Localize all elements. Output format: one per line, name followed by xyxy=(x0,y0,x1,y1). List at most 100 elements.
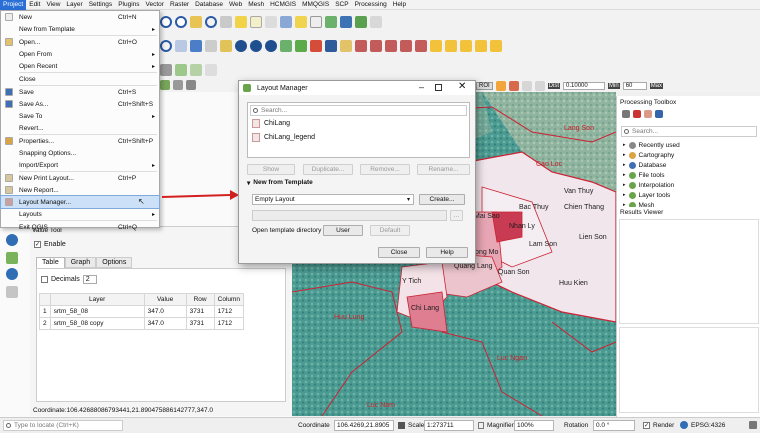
globe-3-icon[interactable] xyxy=(265,40,277,52)
zoom-in-icon[interactable] xyxy=(160,16,172,28)
expand-icon[interactable]: ▸ xyxy=(623,172,626,178)
add-wfs-icon[interactable] xyxy=(6,268,18,280)
pan-icon[interactable] xyxy=(190,16,202,28)
render-checkbox[interactable]: ✓ xyxy=(643,422,650,429)
remove-button[interactable]: Remove... xyxy=(360,164,410,175)
minimize-icon[interactable]: – xyxy=(419,82,424,92)
plus-icon[interactable] xyxy=(495,81,506,91)
processing-tree-item[interactable]: ▸ Interpolation xyxy=(623,180,680,190)
bar-icon[interactable] xyxy=(355,40,367,52)
add-wms-icon[interactable] xyxy=(6,234,18,246)
menu-layer[interactable]: Layer xyxy=(63,0,85,10)
lock-icon[interactable] xyxy=(478,422,484,429)
cut-icon[interactable] xyxy=(186,80,196,90)
magnifier-field[interactable]: 100% xyxy=(514,420,554,431)
undo-icon[interactable] xyxy=(534,81,545,91)
mountain-icon[interactable] xyxy=(295,40,307,52)
folder-icon[interactable] xyxy=(340,40,352,52)
python-icon[interactable] xyxy=(340,16,352,28)
locator-input[interactable]: Type to locate (Ctrl+K) xyxy=(3,420,123,431)
bar-4-icon[interactable] xyxy=(400,40,412,52)
digitize-icon[interactable] xyxy=(160,64,172,76)
edit-icon[interactable] xyxy=(175,64,187,76)
scale-field[interactable]: 1:273711 xyxy=(424,420,474,431)
star-4-icon[interactable] xyxy=(475,40,487,52)
history-icon[interactable] xyxy=(633,110,641,118)
template-select[interactable]: Empty Layout ▾ xyxy=(252,194,414,205)
tab-options[interactable]: Options xyxy=(96,257,133,268)
list-item[interactable]: ChiLang xyxy=(252,119,290,128)
create-button[interactable]: Create... xyxy=(419,194,465,205)
menu-mesh[interactable]: Mesh xyxy=(245,0,267,10)
template-path-input[interactable] xyxy=(252,210,447,221)
menu-item[interactable]: New Report... xyxy=(1,184,159,196)
menu-database[interactable]: Database xyxy=(192,0,226,10)
bar-5-icon[interactable] xyxy=(415,40,427,52)
coordinate-icon[interactable] xyxy=(370,16,382,28)
menu-item[interactable]: Import/Export ▸ xyxy=(1,159,159,171)
delete-icon[interactable] xyxy=(173,80,183,90)
processing-tree-item[interactable]: ▸ Layer tools xyxy=(623,190,680,200)
plugin-icon[interactable] xyxy=(325,16,337,28)
dist-input[interactable]: 0.10000 xyxy=(563,82,606,90)
expand-icon[interactable]: ▸ xyxy=(623,192,626,198)
template-section-header[interactable]: ▾ New from Template xyxy=(247,179,313,187)
maximize-icon[interactable] xyxy=(435,84,442,91)
menu-item[interactable]: Open Recent ▸ xyxy=(1,60,159,72)
menu-item[interactable]: Snapping Options... xyxy=(1,147,159,159)
calculator-icon[interactable] xyxy=(265,16,277,28)
info-icon[interactable] xyxy=(160,40,172,52)
expand-icon[interactable]: ▸ xyxy=(623,152,626,158)
menu-scp[interactable]: SCP xyxy=(332,0,351,10)
redo-icon[interactable] xyxy=(521,81,532,91)
messages-icon[interactable] xyxy=(749,421,757,429)
menu-help[interactable]: Help xyxy=(390,0,409,10)
processing-tree-item[interactable]: ▸ Database xyxy=(623,160,680,170)
show-button[interactable]: Show xyxy=(247,164,295,175)
expand-icon[interactable]: ▸ xyxy=(623,142,626,148)
menu-vector[interactable]: Vector xyxy=(143,0,167,10)
text-annotation-icon[interactable] xyxy=(310,16,322,28)
list-item[interactable]: ChiLang_legend xyxy=(252,133,315,142)
layout-search-input[interactable]: Search... xyxy=(250,105,467,116)
menu-item[interactable]: Properties... Ctrl+Shift+P xyxy=(1,135,159,147)
help-button[interactable]: Help xyxy=(426,247,468,258)
menu-raster[interactable]: Raster xyxy=(167,0,192,10)
menu-item[interactable]: New from Template ▸ xyxy=(1,23,159,35)
add-vector-icon[interactable] xyxy=(6,252,18,264)
bar-3-icon[interactable] xyxy=(385,40,397,52)
rotation-field[interactable]: 0.0 ° xyxy=(593,420,635,431)
close-button[interactable]: Close xyxy=(378,247,420,258)
menu-item[interactable]: Close xyxy=(1,73,159,85)
menu-hcmgis[interactable]: HCMGIS xyxy=(267,0,299,10)
gear-icon[interactable] xyxy=(622,110,630,118)
menu-item[interactable]: Exit QGIS Ctrl+Q xyxy=(1,221,159,233)
processing-tree-item[interactable]: ▸ Cartography xyxy=(623,150,680,160)
close-icon[interactable]: ✕ xyxy=(458,81,466,92)
menu-item[interactable]: Layout Manager... ↖ xyxy=(0,195,160,209)
menu-processing[interactable]: Processing xyxy=(352,0,390,10)
menu-edit[interactable]: Edit xyxy=(26,0,43,10)
raster-icon[interactable] xyxy=(310,40,322,52)
menu-item[interactable]: Save Ctrl+S xyxy=(1,86,159,98)
menu-item[interactable]: Save To ▸ xyxy=(1,110,159,122)
menu-item[interactable]: Open... Ctrl+O xyxy=(1,36,159,48)
grid-icon[interactable] xyxy=(280,40,292,52)
results-icon[interactable] xyxy=(644,110,652,118)
menu-mmqgis[interactable]: MMQGIS xyxy=(299,0,332,10)
processing-search-input[interactable]: Search... xyxy=(621,126,757,137)
duplicate-button[interactable]: Duplicate... xyxy=(303,164,353,175)
table-icon[interactable] xyxy=(250,16,262,28)
star-3-icon[interactable] xyxy=(460,40,472,52)
zoom-out-icon[interactable] xyxy=(175,16,187,28)
expand-icon[interactable]: ▸ xyxy=(623,182,626,188)
ruler-icon[interactable] xyxy=(205,40,217,52)
menu-item[interactable]: Save As... Ctrl+Shift+S xyxy=(1,98,159,110)
roi-button[interactable]: ROI xyxy=(476,82,493,90)
add-roi-icon[interactable] xyxy=(508,81,519,91)
layer-add-icon[interactable] xyxy=(175,40,187,52)
menu-item[interactable]: New Print Layout... Ctrl+P xyxy=(1,172,159,184)
menu-view[interactable]: View xyxy=(43,0,63,10)
menu-item[interactable]: Revert... xyxy=(1,122,159,134)
decimals-checkbox[interactable] xyxy=(41,276,48,283)
